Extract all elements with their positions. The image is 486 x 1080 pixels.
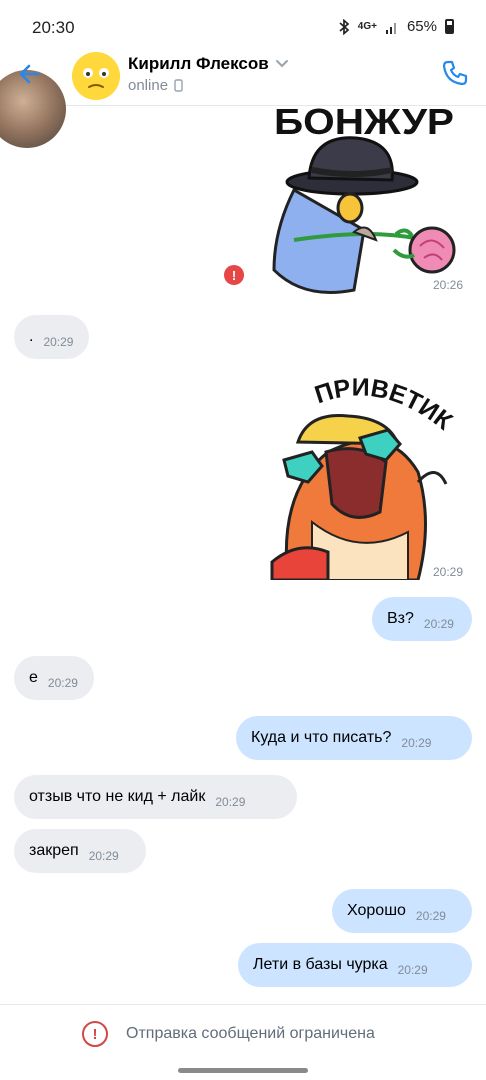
message-text: Лети в базы чурка xyxy=(253,956,388,973)
contact-avatar[interactable] xyxy=(72,52,120,100)
message-time: 20:29 xyxy=(88,849,119,863)
message-bubble-in[interactable]: е 20:29 xyxy=(14,656,94,700)
contact-status: online xyxy=(128,77,183,94)
messaging-restricted-bar: ! Отправка сообщений ограничена xyxy=(0,1004,486,1064)
sticker-caption: БОНЖУР xyxy=(274,101,454,142)
message-time: 20:29 xyxy=(215,795,246,809)
message-bubble-out[interactable]: Вз? 20:29 xyxy=(372,597,472,641)
message-time: 20:29 xyxy=(401,736,432,750)
message-bubble-in[interactable]: закреп 20:29 xyxy=(14,829,146,873)
message-bubble-in[interactable]: отзыв что не кид + лайк 20:29 xyxy=(14,775,297,819)
message-text: отзыв что не кид + лайк xyxy=(29,788,206,805)
message-bubble-out[interactable]: Хорошо 20:29 xyxy=(332,889,472,933)
message-time: 20:29 xyxy=(47,676,78,690)
message-bubble-out[interactable]: Куда и что писать? 20:29 xyxy=(236,716,472,760)
contact-name[interactable]: Кирилл Флексов xyxy=(128,54,289,74)
message-time: 20:29 xyxy=(423,617,454,631)
message-bubble-out[interactable]: Лети в базы чурка 20:29 xyxy=(238,943,472,987)
battery-percent: 65% xyxy=(406,18,437,35)
message-bubble-in[interactable]: . 20:29 xyxy=(14,315,89,359)
phone-call-icon[interactable] xyxy=(440,58,470,88)
signal-icon xyxy=(385,22,396,34)
back-arrow-icon[interactable] xyxy=(14,58,46,90)
error-icon[interactable]: ! xyxy=(224,265,244,285)
status-bar: 20:30 4G+ 65% xyxy=(0,0,486,50)
message-text: Вз? xyxy=(387,610,414,627)
sticker-bonjour[interactable]: БОНЖУР xyxy=(264,100,464,298)
warning-icon: ! xyxy=(82,1021,108,1047)
contact-name-text: Кирилл Флексов xyxy=(128,54,269,73)
restriction-text: Отправка сообщений ограничена xyxy=(126,1025,375,1042)
message-text: Куда и что писать? xyxy=(251,729,392,746)
network-type: 4G+ xyxy=(357,20,377,32)
mobile-icon xyxy=(174,79,183,92)
message-text: закреп xyxy=(29,842,79,859)
message-time: 20:29 xyxy=(397,963,428,977)
chevron-down-icon[interactable] xyxy=(275,59,289,69)
bluetooth-icon xyxy=(339,18,350,35)
home-indicator[interactable] xyxy=(178,1068,308,1073)
message-text: е xyxy=(29,669,38,686)
message-time: 20:26 xyxy=(433,278,464,292)
message-text: Хорошо xyxy=(347,902,406,919)
sticker-privetik[interactable]: ПРИВЕТИК xyxy=(268,372,468,580)
chat-header: Кирилл Флексов online xyxy=(0,44,486,148)
battery-icon xyxy=(445,19,454,34)
message-time: 20:29 xyxy=(415,909,446,923)
status-time: 20:30 xyxy=(32,18,75,37)
message-time: 20:29 xyxy=(433,565,464,579)
message-time: 20:29 xyxy=(43,335,74,349)
status-icons: 4G+ 65% xyxy=(338,18,454,35)
message-text: . xyxy=(29,328,34,345)
online-status: online xyxy=(128,77,169,94)
